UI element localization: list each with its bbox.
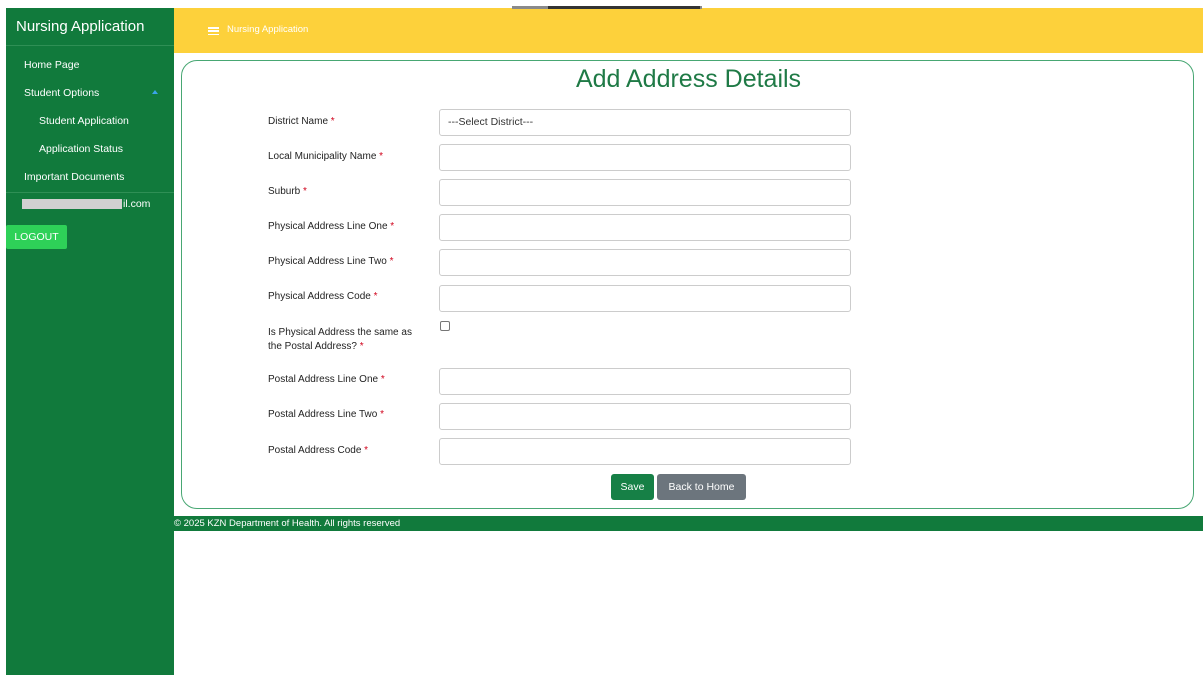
physical-address-line-one-label: Physical Address Line One * xyxy=(268,221,395,232)
footer-copyright: © 2025 KZN Department of Health. All rig… xyxy=(174,516,1203,531)
same-address-label-line2: the Postal Address? * xyxy=(268,341,364,352)
postal-address-line-one-label: Postal Address Line One * xyxy=(268,374,385,385)
physical-address-code-label: Physical Address Code * xyxy=(268,291,378,302)
sidebar-item-home-page[interactable]: Home Page xyxy=(6,51,174,79)
logout-button[interactable]: LOGOUT xyxy=(6,225,67,249)
suburb-input[interactable] xyxy=(439,179,851,206)
topbar-title[interactable]: Nursing Application xyxy=(227,24,308,35)
sidebar-item-label: Student Options xyxy=(24,87,100,99)
sidebar-brand[interactable]: Nursing Application xyxy=(6,8,174,46)
sidebar-item-student-options[interactable]: Student Options xyxy=(6,79,174,107)
physical-address-code-input[interactable] xyxy=(439,285,851,312)
physical-address-line-two-label: Physical Address Line Two * xyxy=(268,256,394,267)
district-name-label: District Name * xyxy=(268,116,335,127)
local-municipality-input[interactable] xyxy=(439,144,851,171)
user-email: il.com xyxy=(6,193,174,215)
same-address-checkbox[interactable] xyxy=(440,321,450,331)
physical-address-line-two-input[interactable] xyxy=(439,249,851,276)
page-title: Add Address Details xyxy=(575,65,802,93)
same-address-label-line1: Is Physical Address the same as xyxy=(268,327,412,338)
local-municipality-label: Local Municipality Name * xyxy=(268,151,384,162)
top-bar: Nursing Application xyxy=(174,8,1203,53)
sidebar-item-application-status[interactable]: Application Status xyxy=(6,135,174,163)
postal-address-code-label: Postal Address Code * xyxy=(268,445,369,456)
postal-address-line-two-label: Postal Address Line Two * xyxy=(268,409,385,420)
postal-address-line-one-input[interactable] xyxy=(439,368,851,395)
sidebar-item-student-application[interactable]: Student Application xyxy=(6,107,174,135)
hamburger-icon[interactable] xyxy=(208,27,219,36)
save-button[interactable]: Save xyxy=(611,474,654,500)
postal-address-code-input[interactable] xyxy=(439,438,851,465)
redacted-email-block xyxy=(22,199,122,210)
app-window: Nursing Application Home Page Student Op… xyxy=(0,0,1203,675)
physical-address-line-one-input[interactable] xyxy=(439,214,851,241)
postal-address-line-two-input[interactable] xyxy=(439,403,851,430)
address-form-card: Add Address Details District Name * ---S… xyxy=(181,60,1194,509)
sidebar-item-important-documents[interactable]: Important Documents xyxy=(6,163,174,191)
sidebar: Nursing Application Home Page Student Op… xyxy=(6,8,174,675)
horizontal-scrollbar-thumb[interactable] xyxy=(548,6,700,9)
suburb-label: Suburb * xyxy=(268,186,307,197)
district-select[interactable]: ---Select District--- xyxy=(439,109,851,136)
back-to-home-button[interactable]: Back to Home xyxy=(657,474,746,500)
chevron-up-icon xyxy=(152,90,158,94)
user-email-suffix: il.com xyxy=(123,198,151,210)
